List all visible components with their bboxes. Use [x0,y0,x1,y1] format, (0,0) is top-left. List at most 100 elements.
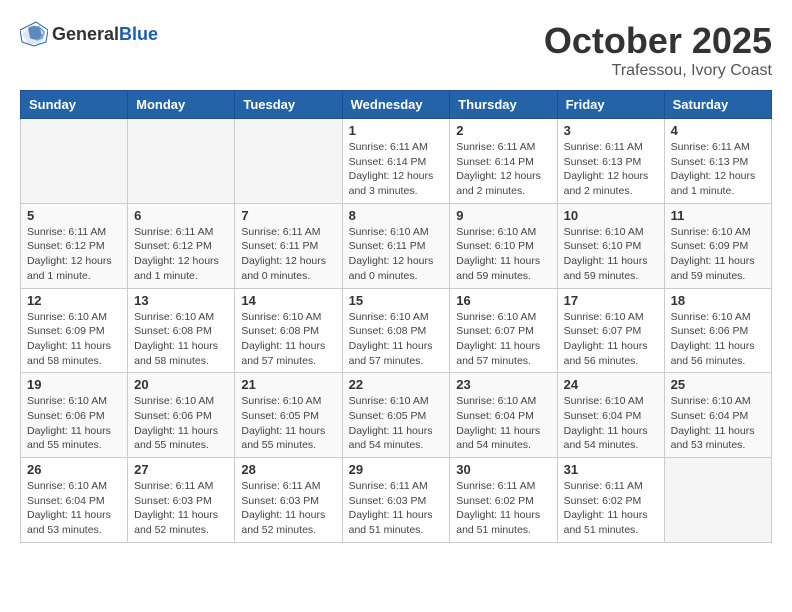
table-row [21,119,128,204]
day-number: 19 [27,377,121,392]
title-block: October 2025 Trafessou, Ivory Coast [544,20,772,80]
col-tuesday: Tuesday [235,91,342,119]
day-number: 6 [134,208,228,223]
day-info: Sunrise: 6:11 AMSunset: 6:13 PMDaylight:… [564,140,658,199]
day-number: 28 [241,462,335,477]
day-number: 23 [456,377,550,392]
table-row: 2 Sunrise: 6:11 AMSunset: 6:14 PMDaylight… [450,119,557,204]
day-number: 24 [564,377,658,392]
day-info: Sunrise: 6:11 AMSunset: 6:12 PMDaylight:… [27,225,121,284]
day-info: Sunrise: 6:11 AMSunset: 6:14 PMDaylight:… [456,140,550,199]
day-number: 18 [671,293,765,308]
col-friday: Friday [557,91,664,119]
table-row: 23 Sunrise: 6:10 AMSunset: 6:04 PMDayligh… [450,373,557,458]
day-number: 26 [27,462,121,477]
day-number: 10 [564,208,658,223]
table-row [664,458,771,543]
table-row: 14 Sunrise: 6:10 AMSunset: 6:08 PMDayligh… [235,288,342,373]
table-row: 9 Sunrise: 6:10 AMSunset: 6:10 PMDaylight… [450,203,557,288]
table-row: 17Sunrise: 6:10 AMSunset: 6:07 PMDayligh… [557,288,664,373]
day-number: 14 [241,293,335,308]
table-row: 20 Sunrise: 6:10 AMSunset: 6:06 PMDayligh… [128,373,235,458]
table-row: 24Sunrise: 6:10 AMSunset: 6:04 PMDayligh… [557,373,664,458]
day-number: 9 [456,208,550,223]
day-number: 12 [27,293,121,308]
day-number: 8 [349,208,444,223]
col-wednesday: Wednesday [342,91,450,119]
day-number: 2 [456,123,550,138]
day-info: Sunrise: 6:10 AMSunset: 6:06 PMDaylight:… [671,310,765,369]
table-row: 30Sunrise: 6:11 AMSunset: 6:02 PMDayligh… [450,458,557,543]
day-info: Sunrise: 6:11 AMSunset: 6:02 PMDaylight:… [456,479,550,538]
table-row: 8 Sunrise: 6:10 AMSunset: 6:11 PMDaylight… [342,203,450,288]
col-thursday: Thursday [450,91,557,119]
day-number: 27 [134,462,228,477]
day-info: Sunrise: 6:10 AMSunset: 6:04 PMDaylight:… [456,394,550,453]
day-info: Sunrise: 6:10 AMSunset: 6:10 PMDaylight:… [456,225,550,284]
logo-icon [20,20,48,48]
table-row: 22 Sunrise: 6:10 AMSunset: 6:05 PMDayligh… [342,373,450,458]
day-info: Sunrise: 6:11 AMSunset: 6:03 PMDaylight:… [241,479,335,538]
day-info: Sunrise: 6:11 AMSunset: 6:11 PMDaylight:… [241,225,335,284]
calendar-table: Sunday Monday Tuesday Wednesday Thursday… [20,90,772,543]
day-number: 15 [349,293,444,308]
day-info: Sunrise: 6:11 AMSunset: 6:02 PMDaylight:… [564,479,658,538]
table-row: 29 Sunrise: 6:11 AMSunset: 6:03 PMDayligh… [342,458,450,543]
calendar-week-row: 5 Sunrise: 6:11 AMSunset: 6:12 PMDaylight… [21,203,772,288]
day-info: Sunrise: 6:11 AMSunset: 6:12 PMDaylight:… [134,225,228,284]
table-row: 13 Sunrise: 6:10 AMSunset: 6:08 PMDayligh… [128,288,235,373]
table-row: 16Sunrise: 6:10 AMSunset: 6:07 PMDayligh… [450,288,557,373]
day-info: Sunrise: 6:10 AMSunset: 6:07 PMDaylight:… [564,310,658,369]
table-row [128,119,235,204]
table-row: 18 Sunrise: 6:10 AMSunset: 6:06 PMDayligh… [664,288,771,373]
table-row: 5 Sunrise: 6:11 AMSunset: 6:12 PMDaylight… [21,203,128,288]
day-number: 20 [134,377,228,392]
day-info: Sunrise: 6:10 AMSunset: 6:08 PMDaylight:… [134,310,228,369]
page-header: GeneralBlue October 2025 Trafessou, Ivor… [20,20,772,80]
table-row: 3Sunrise: 6:11 AMSunset: 6:13 PMDaylight… [557,119,664,204]
day-info: Sunrise: 6:10 AMSunset: 6:05 PMDaylight:… [241,394,335,453]
table-row: 28 Sunrise: 6:11 AMSunset: 6:03 PMDayligh… [235,458,342,543]
calendar-week-row: 26 Sunrise: 6:10 AMSunset: 6:04 PMDayligh… [21,458,772,543]
day-number: 21 [241,377,335,392]
table-row: 27Sunrise: 6:11 AMSunset: 6:03 PMDayligh… [128,458,235,543]
location-title: Trafessou, Ivory Coast [544,62,772,80]
day-info: Sunrise: 6:10 AMSunset: 6:11 PMDaylight:… [349,225,444,284]
day-info: Sunrise: 6:10 AMSunset: 6:06 PMDaylight:… [134,394,228,453]
table-row: 12 Sunrise: 6:10 AMSunset: 6:09 PMDayligh… [21,288,128,373]
day-number: 22 [349,377,444,392]
table-row: 10Sunrise: 6:10 AMSunset: 6:10 PMDayligh… [557,203,664,288]
day-info: Sunrise: 6:10 AMSunset: 6:09 PMDaylight:… [671,225,765,284]
table-row: 26 Sunrise: 6:10 AMSunset: 6:04 PMDayligh… [21,458,128,543]
day-number: 7 [241,208,335,223]
day-number: 4 [671,123,765,138]
calendar-week-row: 1Sunrise: 6:11 AMSunset: 6:14 PMDaylight… [21,119,772,204]
day-info: Sunrise: 6:10 AMSunset: 6:05 PMDaylight:… [349,394,444,453]
day-number: 29 [349,462,444,477]
table-row: 21 Sunrise: 6:10 AMSunset: 6:05 PMDayligh… [235,373,342,458]
day-info: Sunrise: 6:10 AMSunset: 6:08 PMDaylight:… [349,310,444,369]
day-number: 31 [564,462,658,477]
day-info: Sunrise: 6:10 AMSunset: 6:06 PMDaylight:… [27,394,121,453]
day-number: 11 [671,208,765,223]
day-info: Sunrise: 6:11 AMSunset: 6:03 PMDaylight:… [349,479,444,538]
logo-text: GeneralBlue [52,24,158,45]
table-row: 7 Sunrise: 6:11 AMSunset: 6:11 PMDaylight… [235,203,342,288]
logo: GeneralBlue [20,20,158,48]
day-info: Sunrise: 6:10 AMSunset: 6:08 PMDaylight:… [241,310,335,369]
day-number: 16 [456,293,550,308]
month-title: October 2025 [544,20,772,62]
day-info: Sunrise: 6:10 AMSunset: 6:09 PMDaylight:… [27,310,121,369]
table-row: 1Sunrise: 6:11 AMSunset: 6:14 PMDaylight… [342,119,450,204]
table-row: 4 Sunrise: 6:11 AMSunset: 6:13 PMDaylight… [664,119,771,204]
table-row: 6 Sunrise: 6:11 AMSunset: 6:12 PMDaylight… [128,203,235,288]
table-row: 11 Sunrise: 6:10 AMSunset: 6:09 PMDayligh… [664,203,771,288]
day-number: 13 [134,293,228,308]
day-info: Sunrise: 6:10 AMSunset: 6:04 PMDaylight:… [27,479,121,538]
calendar-week-row: 19 Sunrise: 6:10 AMSunset: 6:06 PMDayligh… [21,373,772,458]
day-number: 5 [27,208,121,223]
col-saturday: Saturday [664,91,771,119]
day-info: Sunrise: 6:11 AMSunset: 6:14 PMDaylight:… [349,140,444,199]
table-row: 19 Sunrise: 6:10 AMSunset: 6:06 PMDayligh… [21,373,128,458]
day-info: Sunrise: 6:11 AMSunset: 6:13 PMDaylight:… [671,140,765,199]
